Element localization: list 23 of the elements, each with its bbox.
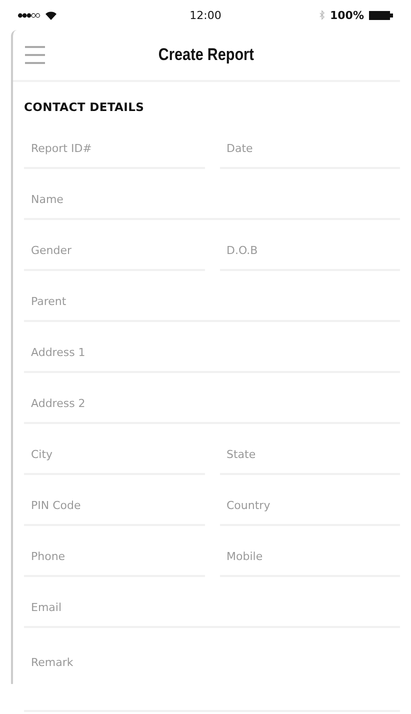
input-field[interactable]: Country [220, 475, 400, 526]
input-field[interactable]: State [220, 424, 400, 475]
input-field[interactable]: Name [24, 169, 400, 220]
status-time: 12:00 [190, 8, 222, 22]
battery-icon [368, 10, 393, 20]
input-field[interactable]: Date [220, 118, 400, 169]
input-field[interactable]: Mobile [220, 526, 400, 577]
input-field[interactable]: City [24, 424, 204, 475]
signal-icon [18, 12, 40, 18]
input-field[interactable]: Gender [24, 220, 204, 271]
wifi-icon [45, 10, 57, 20]
bluetooth-icon [319, 10, 325, 20]
input-field[interactable]: PIN Code [24, 475, 204, 526]
input-field[interactable]: Phone [24, 526, 204, 577]
menu-icon[interactable] [25, 46, 45, 64]
screen-title: Create Report [158, 45, 254, 65]
input-field[interactable]: Address 1 [24, 322, 400, 373]
battery-percent: 100% [330, 8, 364, 22]
input-field[interactable]: Parent [24, 271, 400, 322]
input-field[interactable]: Report ID# [24, 118, 204, 169]
input-field[interactable]: Address 2 [24, 373, 400, 424]
section-heading: CONTACT DETAILS [24, 100, 146, 114]
input-field[interactable]: D.O.B [220, 220, 400, 271]
